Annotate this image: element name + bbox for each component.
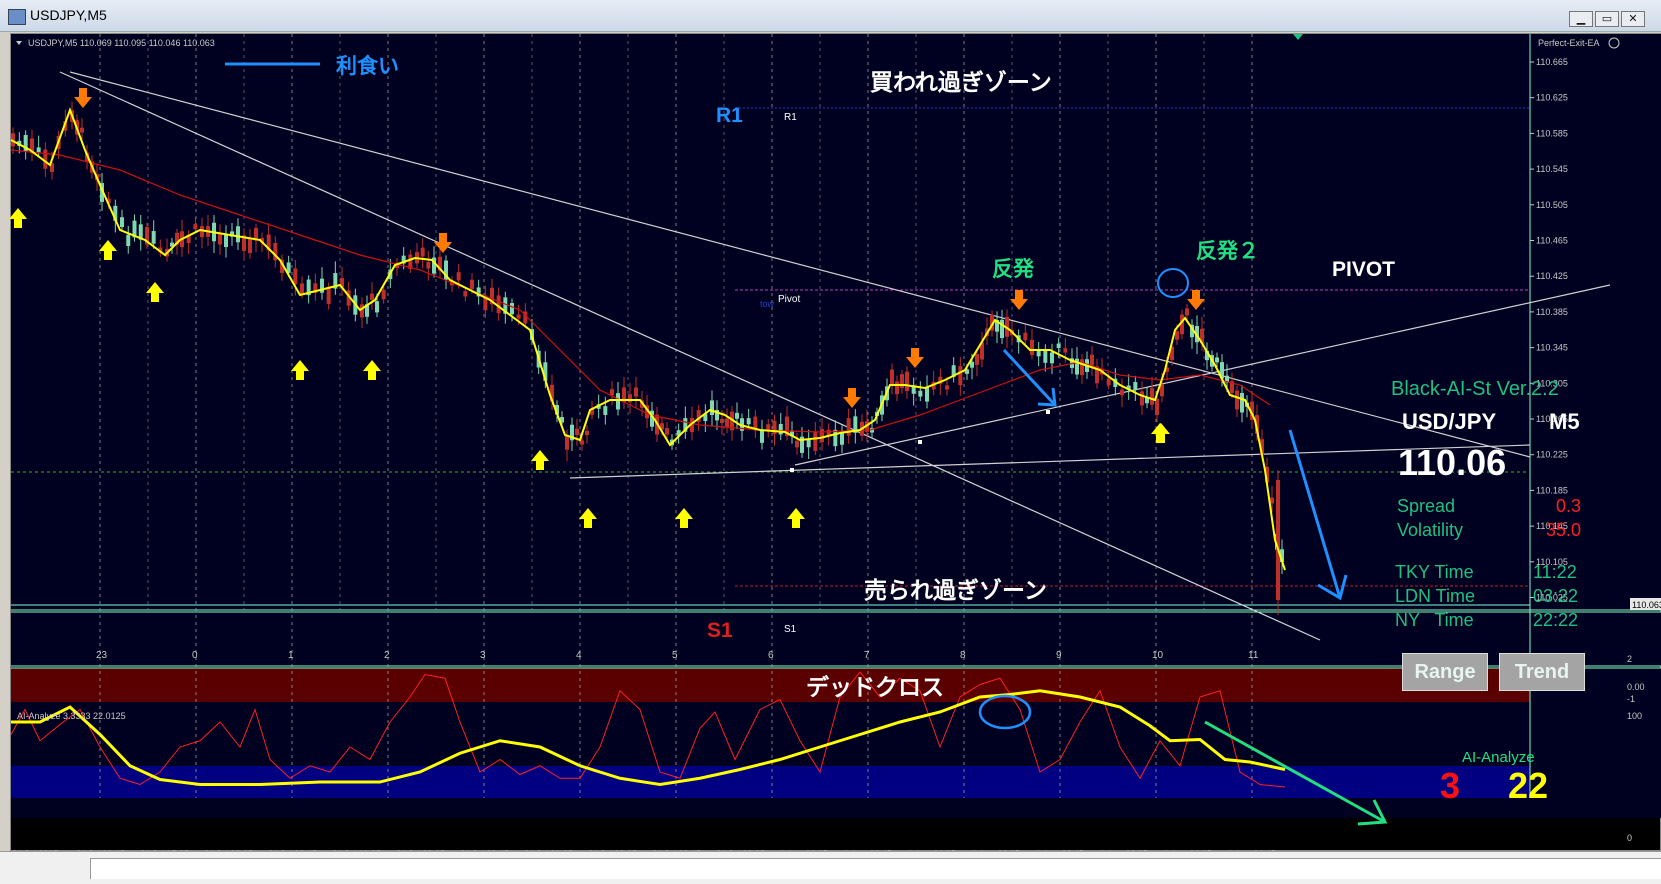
date-tick: 1	[288, 650, 294, 661]
range-button[interactable]: Range	[1402, 653, 1488, 691]
tky-time-value: 11:22	[1533, 562, 1577, 582]
pivot-tag: tow	[760, 299, 775, 309]
date-tick: 11	[1248, 650, 1259, 661]
date-tick: 6	[768, 650, 774, 661]
ny-time-label: NY Time	[1395, 610, 1474, 630]
rebound-label-2: 反発２	[1196, 240, 1259, 263]
trend-button[interactable]: Trend	[1499, 653, 1585, 691]
volatility-value: 35.0	[1546, 520, 1581, 540]
indicator-header: AI-Analyze 3.3333 22.0125	[17, 711, 126, 721]
ldn-time-label: LDN Time	[1395, 586, 1475, 606]
spread-value: 0.3	[1556, 496, 1581, 516]
spread-label: Spread	[1397, 496, 1455, 516]
indicator-title: AI-Analyze	[1462, 749, 1535, 766]
indicator-value-2: 22	[1508, 765, 1548, 806]
date-tick: 5	[672, 650, 678, 661]
current-price-tag: 110.063	[1632, 600, 1661, 610]
price-tick: 110.425	[1536, 271, 1568, 281]
indicator-value-1: 3	[1440, 765, 1460, 806]
sub-scale-top: 2	[1627, 654, 1632, 664]
ldn-time-value: 03:22	[1533, 586, 1578, 606]
date-tick: 4	[576, 650, 582, 661]
pivot-small-label: Pivot	[778, 294, 800, 305]
r1-small-label: R1	[784, 112, 797, 123]
ea-price: 110.06	[1398, 442, 1506, 483]
volatility-label: Volatility	[1397, 520, 1463, 540]
date-tick: 3	[480, 650, 486, 661]
oversold-band	[11, 766, 1530, 798]
bottom-tab-bar	[0, 851, 1661, 884]
price-tick: 110.545	[1536, 164, 1568, 174]
date-tick: 7	[864, 650, 870, 661]
main-panel-bg	[11, 34, 1530, 610]
price-tick: 110.185	[1536, 485, 1568, 495]
tky-time-label: TKY Time	[1395, 562, 1474, 582]
pivot-label: PIVOT	[1332, 258, 1395, 281]
date-tick: 2	[384, 650, 390, 661]
s1-label: S1	[707, 619, 733, 642]
overbought-zone-label: 買われ過ぎゾーン	[870, 69, 1052, 95]
sub-scale-mid: 0.00	[1627, 682, 1645, 692]
ea-timeframe: M5	[1549, 409, 1580, 434]
indicator-scale-bottom: 0	[1627, 833, 1632, 843]
ea-version: Black-AI-St Ver.2.2	[1391, 378, 1559, 400]
dead-cross-label: デッドクロス	[806, 674, 944, 700]
ea-name: Perfect-Exit-EA	[1538, 38, 1600, 48]
indicator-scale-top: 100	[1627, 711, 1642, 721]
oversold-zone-label: 売られ過ぎゾーン	[864, 577, 1047, 603]
date-tick: 10	[1152, 650, 1164, 661]
date-tick: 8	[960, 650, 966, 661]
price-tick: 110.385	[1536, 307, 1568, 317]
price-tick: 110.665	[1536, 57, 1568, 67]
r1-label: R1	[716, 104, 743, 127]
takeprofit-label: 利食い	[336, 54, 399, 78]
s1-small-label: S1	[784, 624, 797, 635]
date-tick: 0	[192, 650, 198, 661]
price-tick: 110.345	[1536, 343, 1568, 353]
overbought-band	[11, 668, 1530, 702]
price-tick: 110.625	[1536, 93, 1568, 103]
price-tick: 110.585	[1536, 128, 1568, 138]
ea-symbol: USD/JPY	[1402, 409, 1496, 434]
date-tick: 9	[1056, 650, 1062, 661]
chart-tabs-strip[interactable]	[90, 858, 1661, 879]
price-tick: 110.225	[1536, 450, 1568, 460]
chart-info: USDJPY,M5 110.069 110.095 110.046 110.06…	[28, 38, 215, 48]
price-tick: 110.465	[1536, 236, 1568, 246]
ny-time-value: 22:22	[1533, 610, 1578, 630]
price-chart[interactable]: 110.665 110.625 110.585 110.545 110.505 110.4…	[0, 0, 1661, 851]
rebound-label-1: 反発	[992, 258, 1035, 281]
date-tick: 23	[96, 650, 108, 661]
sub-scale-bottom: -1	[1627, 694, 1635, 704]
price-tick: 110.505	[1536, 200, 1568, 210]
